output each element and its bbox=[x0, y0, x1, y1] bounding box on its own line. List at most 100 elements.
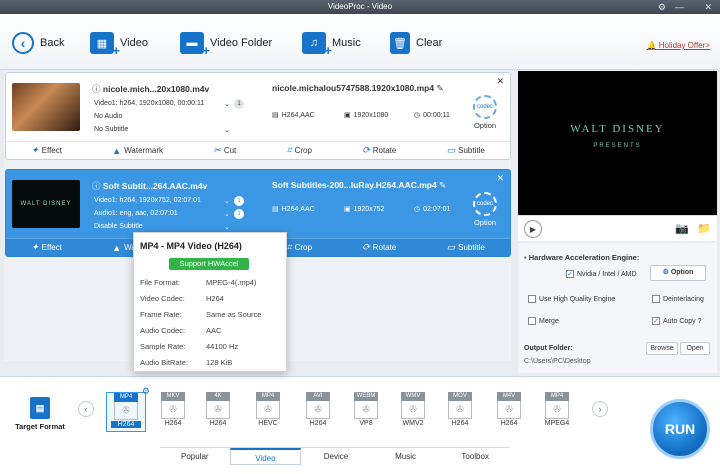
target-format[interactable]: ▤ Target Format bbox=[10, 397, 70, 431]
preview-controls: ▶ 📷 📁 bbox=[518, 215, 717, 241]
check-icon: ✓ bbox=[652, 317, 660, 325]
play-icon[interactable]: ▶ bbox=[524, 220, 542, 238]
merge-checkbox[interactable]: Merge bbox=[528, 317, 559, 325]
close-window-icon[interactable]: ✕ bbox=[704, 0, 712, 14]
gear-icon[interactable]: ⚙ bbox=[142, 386, 150, 397]
dropdown-icon[interactable]: ⌄ bbox=[224, 210, 230, 218]
format-mkv-h264[interactable]: MKV ✇ H264 bbox=[153, 392, 193, 432]
popup-row-key: Frame Rate: bbox=[140, 310, 182, 319]
help-icon[interactable]: ? bbox=[698, 318, 702, 325]
gear-icon[interactable]: ⚙ bbox=[658, 0, 666, 14]
subtitle-track-select[interactable]: Disable Subtitle bbox=[94, 223, 143, 230]
preview-player[interactable]: WALT DISNEY PRESENTS bbox=[518, 71, 717, 239]
tab-device[interactable]: Device bbox=[301, 448, 371, 465]
effect-button[interactable]: ✦ Effect bbox=[31, 242, 62, 253]
rotate-button[interactable]: ⟳ Rotate bbox=[362, 145, 396, 156]
camera-icon[interactable]: 📷 bbox=[675, 222, 689, 235]
reel-icon: ✇ bbox=[545, 401, 569, 419]
format-prev-button[interactable]: ‹ bbox=[78, 401, 94, 417]
add-video-button[interactable]: ▦ + Video bbox=[90, 30, 148, 58]
add-video-folder-button[interactable]: ▬ + Video Folder bbox=[180, 30, 272, 58]
format-codec: VP8 bbox=[359, 420, 373, 427]
dropdown-icon[interactable]: ⌄ bbox=[224, 223, 230, 231]
audio-track-select[interactable]: No Audio bbox=[94, 113, 122, 120]
nvidia-checkbox[interactable]: ✓ Nvidia / Intel / AMD bbox=[566, 270, 637, 278]
minimize-icon[interactable]: — bbox=[675, 0, 684, 14]
subtitle-track-select[interactable]: No Subtitle bbox=[94, 126, 128, 133]
format-mp4-h264[interactable]: ⚙ MP4 ✇ H264 bbox=[106, 386, 150, 432]
cut-button[interactable]: ✂Cut bbox=[213, 145, 236, 156]
subtitle-button[interactable]: ▭ Subtitle bbox=[447, 145, 485, 156]
remove-item-icon[interactable]: ✕ bbox=[496, 173, 504, 184]
music-label: Music bbox=[332, 37, 361, 49]
video-track-select[interactable]: Video1: h264, 1920x752, 02:07:01 bbox=[94, 197, 201, 204]
rotate-button[interactable]: ⟳ Rotate bbox=[362, 242, 396, 253]
tab-video[interactable]: Video bbox=[229, 448, 302, 465]
tab-popular[interactable]: Popular bbox=[160, 448, 230, 465]
dropdown-icon[interactable]: ⌄ bbox=[224, 100, 230, 108]
edit-pencil-icon[interactable]: ✎ bbox=[436, 83, 443, 93]
video-track-select[interactable]: Video1: h264, 1920x1080, 00:00:11 bbox=[94, 100, 204, 107]
trash-icon: 🗑 bbox=[390, 32, 410, 54]
remove-item-icon[interactable]: ✕ bbox=[496, 76, 504, 87]
cut-label: Cut bbox=[223, 146, 237, 155]
format-wmv-wmv2[interactable]: WMV ✇ WMV2 bbox=[393, 392, 433, 432]
codec-option-button[interactable]: codec Option bbox=[470, 192, 500, 227]
watermark-label: Watermark bbox=[124, 146, 163, 155]
info-icon[interactable]: ⓘ bbox=[92, 84, 101, 94]
dropdown-icon[interactable]: ⌄ bbox=[224, 197, 230, 205]
format-avi-h264[interactable]: AVI ✇ H264 bbox=[298, 392, 338, 432]
format-tabs: Popular Video Device Music Toolbox bbox=[160, 447, 510, 465]
codec-option-button[interactable]: codec Option bbox=[470, 95, 500, 130]
clear-button[interactable]: 🗑 Clear bbox=[390, 30, 442, 56]
watermark-button[interactable]: ▲Watermark bbox=[112, 146, 163, 156]
back-arrow-icon: ‹ bbox=[12, 32, 34, 54]
format-webm-vp8[interactable]: WEBM ✇ VP8 bbox=[346, 392, 386, 432]
rotate-icon: ⟳ bbox=[362, 145, 370, 155]
popup-title: MP4 - MP4 Video (H264) bbox=[140, 241, 242, 251]
folder-icon[interactable]: 📁 bbox=[697, 222, 711, 235]
format-mp4-mpeg4[interactable]: MP4 ✇ MPEG4 bbox=[537, 392, 577, 432]
info-icon[interactable]: ⓘ bbox=[92, 181, 101, 191]
open-button[interactable]: Open bbox=[680, 342, 710, 355]
source-filename-text: Soft Subtit...264.AAC.m4v bbox=[102, 181, 208, 191]
add-music-button[interactable]: ♫ + Music bbox=[302, 30, 361, 58]
crop-button[interactable]: ⌗ Crop bbox=[287, 145, 312, 156]
holiday-offer-link[interactable]: 🔔 Holiday Offer> bbox=[647, 41, 710, 50]
format-container: MP4 bbox=[545, 392, 569, 401]
format-next-button[interactable]: › bbox=[592, 401, 608, 417]
codec-badge-text: codec bbox=[476, 201, 493, 207]
back-button[interactable]: ‹ Back bbox=[12, 30, 64, 56]
format-container: WEBM bbox=[354, 392, 378, 401]
hw-option-button[interactable]: ⚙ Option bbox=[650, 265, 706, 281]
preview-title-text: WALT DISNEY bbox=[570, 123, 665, 135]
popup-row-key: Sample Rate: bbox=[140, 342, 186, 351]
tab-toolbox[interactable]: Toolbox bbox=[440, 448, 510, 465]
dropdown-icon[interactable]: ⌄ bbox=[224, 126, 230, 134]
video-track-text: Video1: h264, 1920x752, 02:07:01 bbox=[94, 197, 201, 204]
format-4k-h264[interactable]: 4K ✇ H264 bbox=[198, 392, 238, 432]
deinterlacing-checkbox[interactable]: Deinterlacing bbox=[652, 295, 704, 303]
high-quality-engine-checkbox[interactable]: Use High Quality Engine bbox=[528, 295, 615, 303]
reel-icon: ✇ bbox=[256, 401, 280, 419]
effect-button[interactable]: ✦ Effect bbox=[31, 145, 62, 156]
browse-button[interactable]: Browse bbox=[646, 342, 678, 355]
format-mov-h264[interactable]: MOV ✇ H264 bbox=[440, 392, 480, 432]
subtitle-button[interactable]: ▭ Subtitle bbox=[447, 242, 485, 253]
codec-badge-text: codec bbox=[476, 104, 493, 110]
title-bar: VideoProc - Video ⚙ — ✕ bbox=[0, 0, 720, 14]
duration-text: 00:00:11 bbox=[423, 111, 450, 119]
auto-copy-checkbox[interactable]: ✓ Auto Copy ? bbox=[652, 317, 702, 325]
crop-button[interactable]: ⌗ Crop bbox=[287, 242, 312, 253]
clock-icon: ◷ bbox=[414, 206, 421, 213]
video-item[interactable]: ✕ ⓘ nicole.mich...20x1080.m4v Video1: h2… bbox=[5, 72, 511, 160]
popup-row-key: Audio Codec: bbox=[140, 326, 186, 335]
audio-track-select[interactable]: Audio1: eng, aac, 02:07:01 bbox=[94, 210, 178, 217]
format-m4v-h264[interactable]: M4V ✇ H264 bbox=[489, 392, 529, 432]
format-mp4-hevc[interactable]: MP4 ✇ HEVC bbox=[248, 392, 288, 432]
tab-music[interactable]: Music bbox=[371, 448, 441, 465]
hw-chip-icon: ▪ bbox=[524, 253, 527, 262]
output-filename-text: Soft Subtitles-200...luRay.H264.AAC.mp4 bbox=[272, 180, 437, 190]
run-button[interactable]: RUN bbox=[650, 399, 710, 459]
edit-pencil-icon[interactable]: ✎ bbox=[439, 180, 446, 190]
